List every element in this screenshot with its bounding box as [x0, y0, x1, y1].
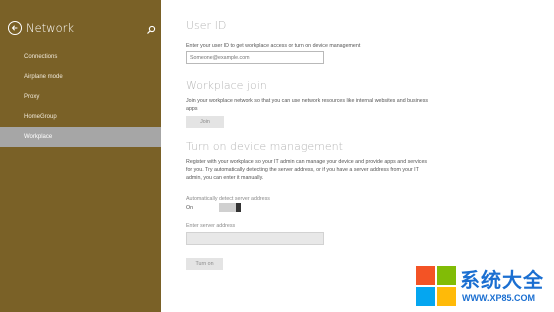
sidebar-title: Network — [26, 21, 75, 35]
sidebar-item-airplane-mode[interactable]: Airplane mode — [0, 67, 161, 87]
join-button[interactable]: Join — [186, 116, 224, 128]
workplace-join-description: Join your workplace network so that you … — [186, 98, 429, 112]
sidebar-header: Network — [8, 18, 74, 38]
turn-on-button[interactable]: Turn on — [186, 258, 223, 270]
watermark-url: WWW.XP85.COM — [462, 293, 536, 303]
user-id-input[interactable] — [186, 51, 324, 64]
auto-detect-state: On — [186, 205, 194, 211]
server-address-input[interactable] — [186, 232, 324, 245]
watermark: 系统大全 WWW.XP85.COM — [416, 263, 552, 309]
toggle-knob — [236, 203, 241, 212]
watermark-name: 系统大全 — [460, 268, 544, 292]
sidebar-nav: Connections Airplane mode Proxy HomeGrou… — [0, 47, 161, 147]
windows-logo-icon — [416, 266, 456, 306]
settings-sidebar: Network Connections Airplane mode Proxy … — [0, 0, 161, 312]
workplace-join-heading: Workplace join — [186, 79, 267, 92]
search-button[interactable] — [146, 22, 156, 34]
device-management-heading: Turn on device management — [186, 140, 343, 153]
user-id-heading: User ID — [186, 19, 227, 32]
device-management-description: Register with your workplace so your IT … — [186, 159, 428, 181]
back-button[interactable] — [8, 21, 22, 35]
sidebar-item-proxy[interactable]: Proxy — [0, 87, 161, 107]
search-icon — [147, 25, 156, 34]
auto-detect-label: Automatically detect server address — [186, 196, 270, 202]
back-arrow-icon — [11, 25, 18, 31]
auto-detect-toggle[interactable] — [219, 203, 241, 212]
user-id-description: Enter your user ID to get workplace acce… — [186, 43, 361, 49]
server-address-label: Enter server address — [186, 223, 236, 229]
sidebar-item-workplace[interactable]: Workplace — [0, 127, 161, 147]
sidebar-item-homegroup[interactable]: HomeGroup — [0, 107, 161, 127]
sidebar-item-connections[interactable]: Connections — [0, 47, 161, 67]
